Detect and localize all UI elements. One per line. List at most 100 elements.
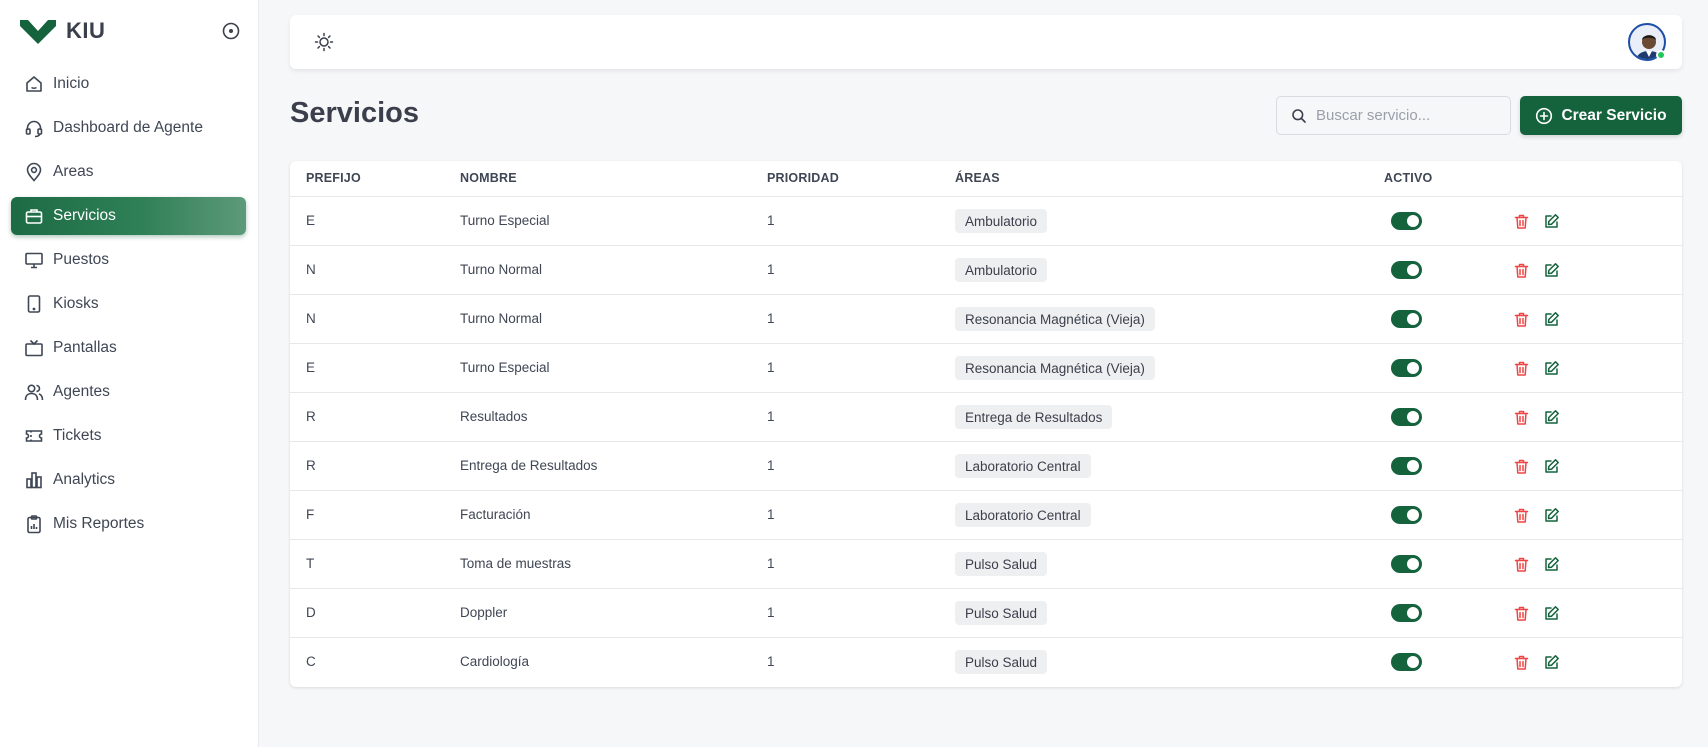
- sidebar-item-label: Puestos: [53, 251, 110, 268]
- sidebar-item-dashboard-de-agente[interactable]: Dashboard de Agente: [11, 109, 246, 147]
- area-badge: Pulso Salud: [955, 650, 1048, 674]
- sidebar-item-servicios[interactable]: Servicios: [11, 197, 246, 235]
- trash-icon: [1514, 655, 1528, 670]
- sidebar-item-label: Areas: [53, 163, 94, 180]
- cell-priority: 1: [767, 360, 775, 375]
- trash-icon: [1514, 214, 1528, 229]
- delete-button[interactable]: [1511, 505, 1531, 525]
- trash-icon: [1514, 361, 1528, 376]
- cell-priority: 1: [767, 213, 775, 228]
- brand[interactable]: KIU: [20, 14, 105, 48]
- ticket-icon: [24, 426, 44, 446]
- column-header-areas[interactable]: ÁREAS: [955, 171, 1000, 185]
- create-service-button[interactable]: Crear Servicio: [1520, 96, 1682, 135]
- edit-icon: [1544, 654, 1559, 669]
- active-toggle[interactable]: [1391, 261, 1422, 279]
- edit-icon: [1544, 409, 1559, 424]
- delete-button[interactable]: [1511, 554, 1531, 574]
- clipboard-report-icon: [24, 514, 44, 534]
- delete-button[interactable]: [1511, 407, 1531, 427]
- column-header-name[interactable]: NOMBRE: [460, 171, 517, 185]
- cell-name: Resultados: [460, 409, 528, 424]
- table-row: E Turno Especial 1 Resonancia Magnética …: [290, 344, 1682, 393]
- table-row: T Toma de muestras 1 Pulso Salud: [290, 540, 1682, 589]
- area-badge: Resonancia Magnética (Vieja): [955, 307, 1155, 331]
- table-body: E Turno Especial 1 Ambulatorio N Turno N…: [290, 197, 1682, 687]
- column-header-active[interactable]: ACTIVO: [1384, 171, 1432, 185]
- search-input[interactable]: [1316, 107, 1506, 124]
- kiu-logo-icon: [20, 20, 56, 44]
- edit-button[interactable]: [1541, 456, 1561, 476]
- cell-priority: 1: [767, 458, 775, 473]
- edit-button[interactable]: [1541, 407, 1561, 427]
- area-badge: Ambulatorio: [955, 258, 1048, 282]
- edit-button[interactable]: [1541, 603, 1561, 623]
- top-bar: [290, 15, 1682, 69]
- table-row: C Cardiología 1 Pulso Salud: [290, 638, 1682, 687]
- edit-icon: [1544, 556, 1559, 571]
- theme-toggle-button[interactable]: [313, 31, 335, 53]
- sidebar-item-label: Pantallas: [53, 339, 117, 356]
- sidebar-item-label: Inicio: [53, 75, 90, 92]
- column-header-priority[interactable]: PRIORIDAD: [767, 171, 839, 185]
- active-toggle[interactable]: [1391, 653, 1422, 671]
- table-row: N Turno Normal 1 Ambulatorio: [290, 246, 1682, 295]
- sidebar-item-puestos[interactable]: Puestos: [11, 241, 246, 279]
- delete-button[interactable]: [1511, 603, 1531, 623]
- edit-button[interactable]: [1541, 358, 1561, 378]
- edit-button[interactable]: [1541, 652, 1561, 672]
- trash-icon: [1514, 557, 1528, 572]
- edit-icon: [1544, 262, 1559, 277]
- sidebar-item-mis-reportes[interactable]: Mis Reportes: [11, 505, 246, 543]
- sidebar-item-analytics[interactable]: Analytics: [11, 461, 246, 499]
- page-title: Servicios: [290, 97, 419, 129]
- sidebar-item-inicio[interactable]: Inicio: [11, 65, 246, 103]
- cell-name: Turno Normal: [460, 262, 543, 277]
- trash-icon: [1514, 312, 1528, 327]
- online-status-dot: [1656, 50, 1666, 60]
- delete-button[interactable]: [1511, 456, 1531, 476]
- active-toggle[interactable]: [1391, 310, 1422, 328]
- edit-button[interactable]: [1541, 309, 1561, 329]
- search-box[interactable]: [1276, 96, 1511, 135]
- active-toggle[interactable]: [1391, 359, 1422, 377]
- sidebar-item-tickets[interactable]: Tickets: [11, 417, 246, 455]
- edit-button[interactable]: [1541, 554, 1561, 574]
- edit-button[interactable]: [1541, 260, 1561, 280]
- active-toggle[interactable]: [1391, 555, 1422, 573]
- active-toggle[interactable]: [1391, 408, 1422, 426]
- table-row: D Doppler 1 Pulso Salud: [290, 589, 1682, 638]
- delete-button[interactable]: [1511, 211, 1531, 231]
- sidebar-toggle-button[interactable]: [221, 21, 241, 41]
- sidebar-item-agentes[interactable]: Agentes: [11, 373, 246, 411]
- cell-priority: 1: [767, 262, 775, 277]
- trash-icon: [1514, 606, 1528, 621]
- cell-priority: 1: [767, 507, 775, 522]
- sidebar-item-pantallas[interactable]: Pantallas: [11, 329, 246, 367]
- delete-button[interactable]: [1511, 260, 1531, 280]
- sidebar-nav: Inicio Dashboard de Agente Areas Servici…: [11, 65, 246, 549]
- active-toggle[interactable]: [1391, 212, 1422, 230]
- delete-button[interactable]: [1511, 652, 1531, 672]
- active-toggle[interactable]: [1391, 457, 1422, 475]
- area-badge: Laboratorio Central: [955, 503, 1091, 527]
- edit-button[interactable]: [1541, 211, 1561, 231]
- table-row: E Turno Especial 1 Ambulatorio: [290, 197, 1682, 246]
- delete-button[interactable]: [1511, 309, 1531, 329]
- edit-button[interactable]: [1541, 505, 1561, 525]
- active-toggle[interactable]: [1391, 506, 1422, 524]
- active-toggle[interactable]: [1391, 604, 1422, 622]
- table-header: PREFIJO NOMBRE PRIORIDAD ÁREAS ACTIVO: [290, 161, 1682, 197]
- table-row: R Resultados 1 Entrega de Resultados: [290, 393, 1682, 442]
- circle-dot-icon: [222, 22, 240, 40]
- headset-icon: [24, 118, 44, 138]
- cell-priority: 1: [767, 409, 775, 424]
- cell-name: Facturación: [460, 507, 531, 522]
- cell-name: Doppler: [460, 605, 508, 620]
- sidebar-item-label: Analytics: [53, 471, 116, 488]
- cell-prefix: R: [306, 458, 316, 473]
- sidebar-item-kiosks[interactable]: Kiosks: [11, 285, 246, 323]
- delete-button[interactable]: [1511, 358, 1531, 378]
- sidebar-item-areas[interactable]: Areas: [11, 153, 246, 191]
- column-header-prefix[interactable]: PREFIJO: [306, 171, 361, 185]
